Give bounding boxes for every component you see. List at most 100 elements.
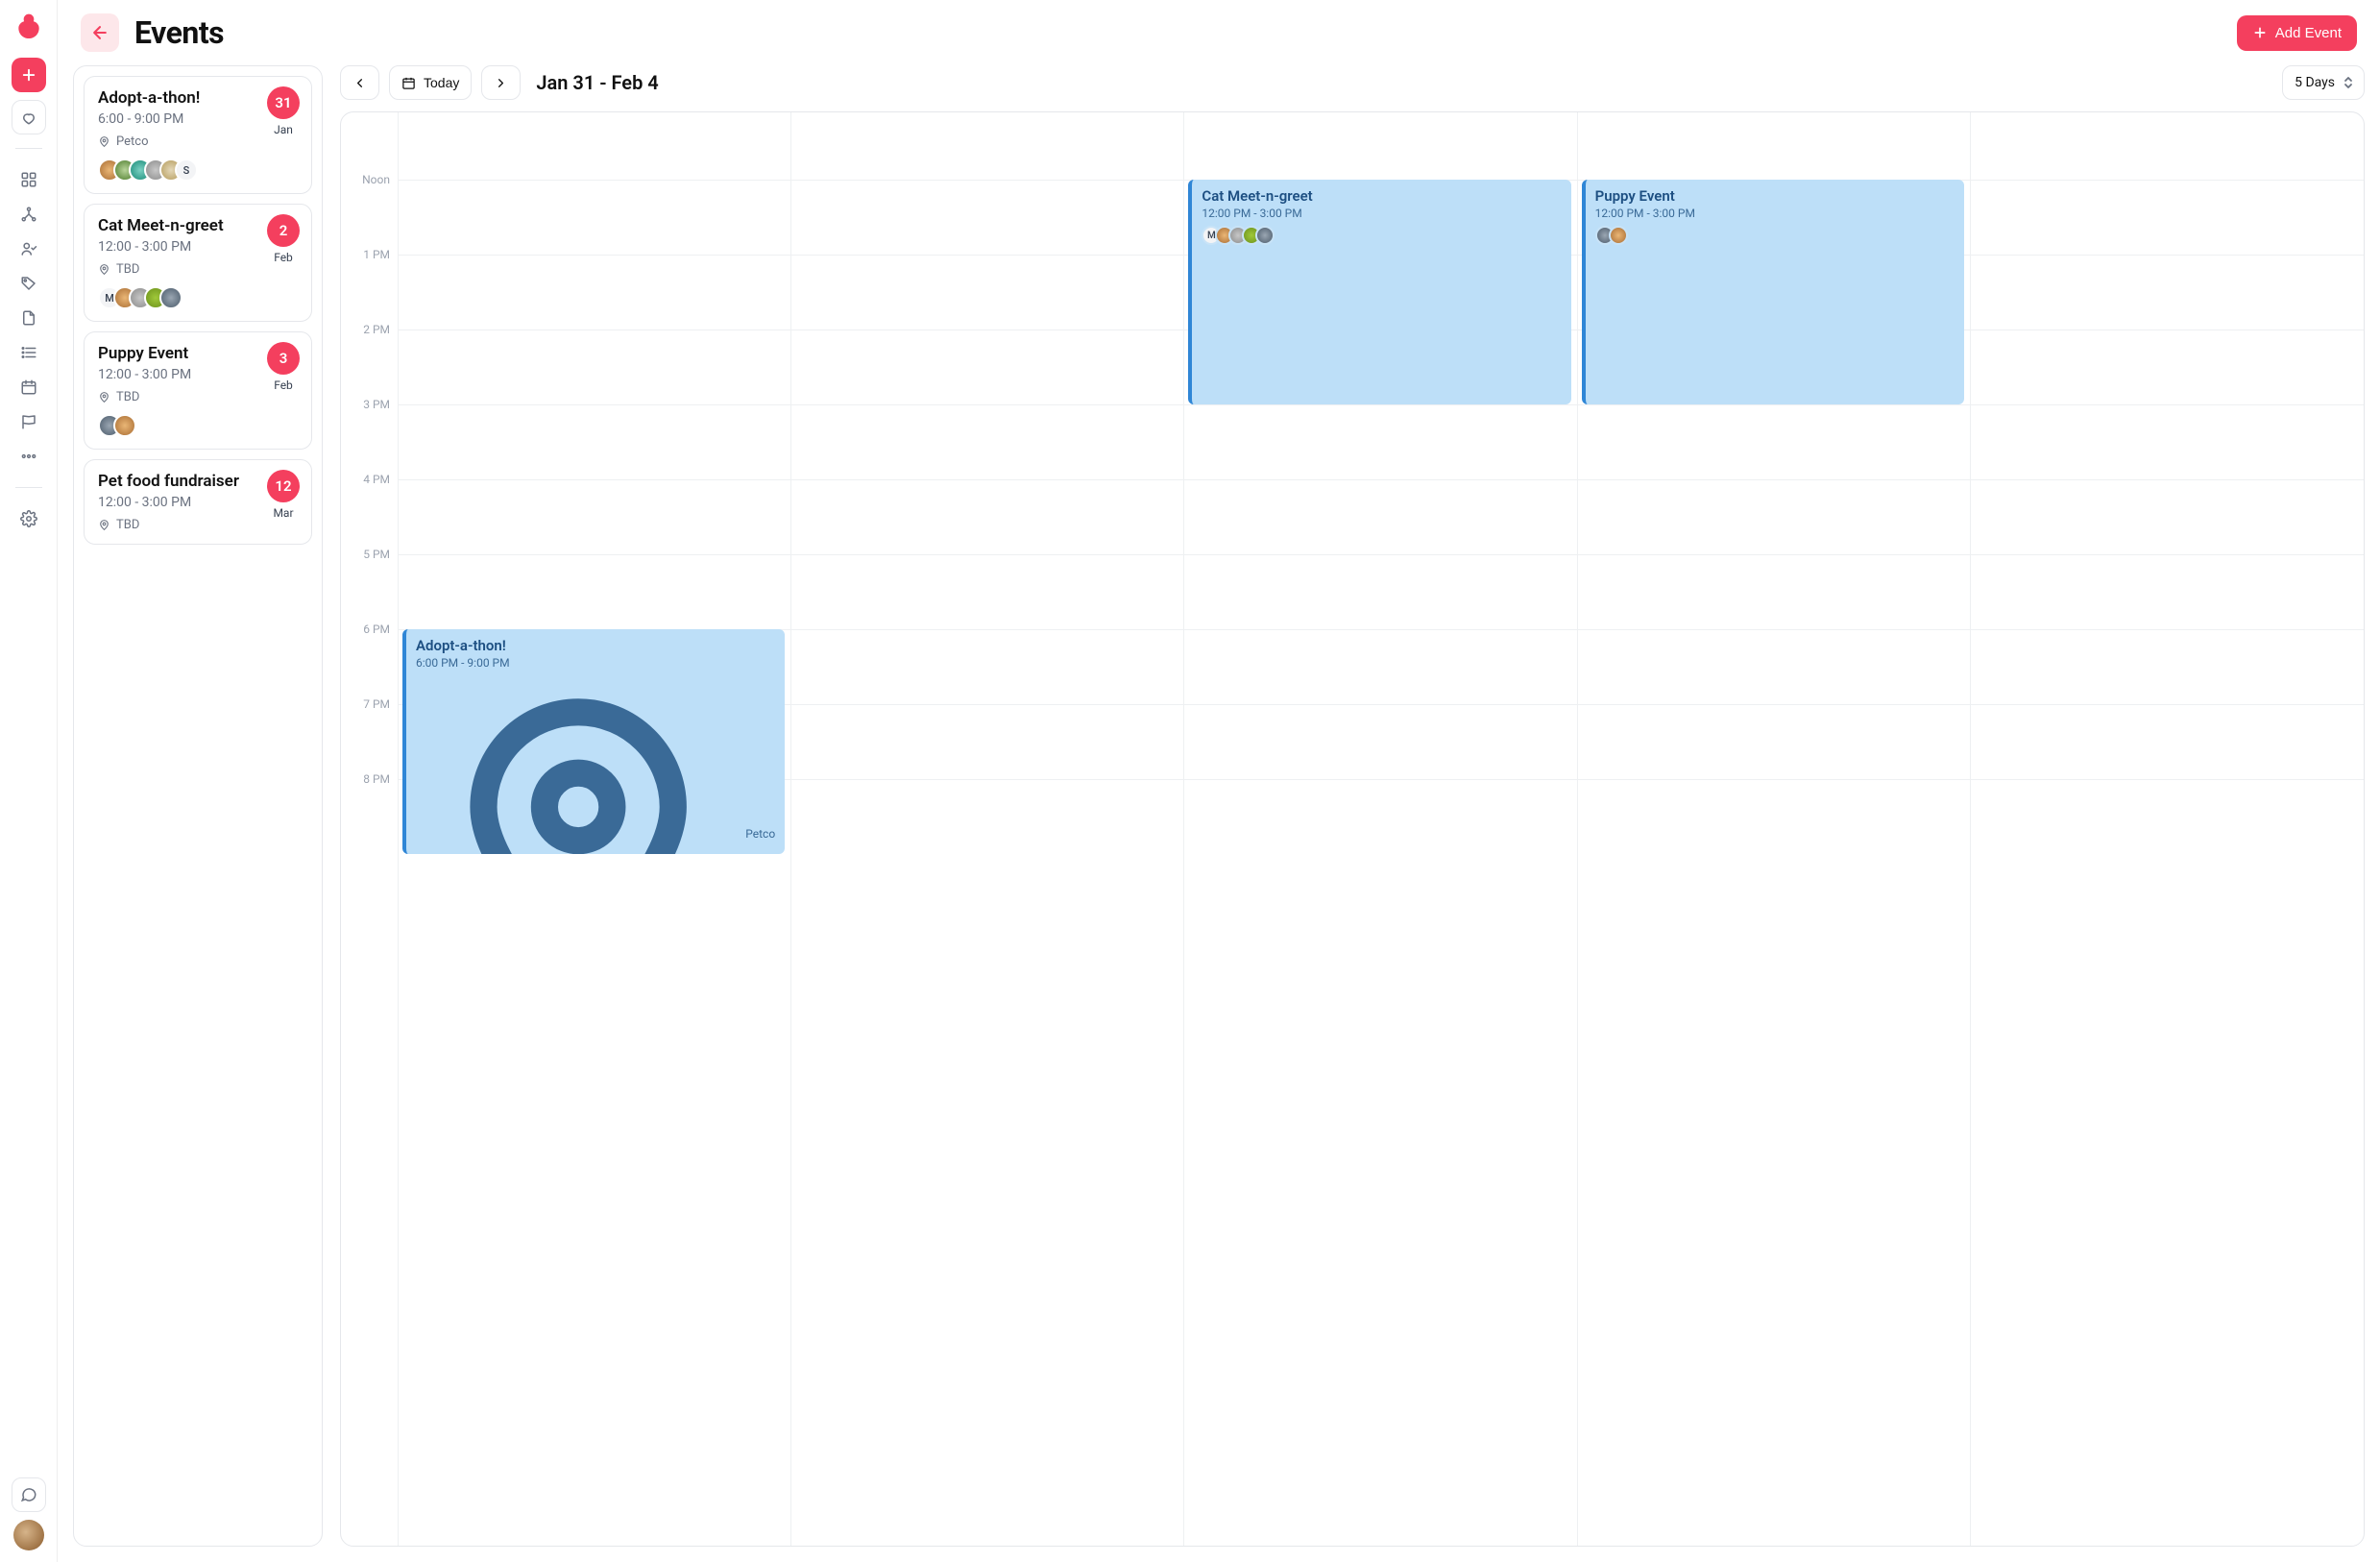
attendee-avatar: [113, 414, 136, 437]
event-card[interactable]: Puppy Event12:00 - 3:00 PMTBD3Feb: [84, 331, 312, 450]
nav-people[interactable]: [12, 232, 46, 266]
location-pin-icon: [98, 391, 110, 403]
back-button[interactable]: [81, 13, 119, 52]
day-column[interactable]: [1971, 112, 2364, 1546]
view-select-label: 5 Days: [2295, 75, 2335, 90]
nav-divider-2: [15, 487, 42, 488]
add-event-label: Add Event: [2275, 25, 2342, 41]
nav-chat-button[interactable]: [12, 1477, 46, 1512]
day-column[interactable]: [791, 112, 1184, 1546]
nav-divider: [15, 148, 42, 149]
page-title: Events: [134, 14, 224, 51]
nav-dashboard[interactable]: [12, 162, 46, 197]
add-event-button[interactable]: Add Event: [2237, 15, 2357, 51]
nav-files[interactable]: [12, 301, 46, 335]
location-pin-icon: [98, 519, 110, 531]
nav-more[interactable]: [12, 439, 46, 474]
time-axis: Noon1 PM2 PM3 PM4 PM5 PM6 PM7 PM8 PM: [341, 112, 399, 1546]
file-icon: [20, 309, 37, 327]
plus-icon: [2252, 25, 2268, 40]
nav-network[interactable]: [12, 197, 46, 232]
event-card[interactable]: Adopt-a-thon!6:00 - 9:00 PMPetco31JanS: [84, 76, 312, 194]
calendar-days: Adopt-a-thon!6:00 PM - 9:00 PMPetcoSCat …: [399, 112, 2364, 1546]
attendee-avatar: [159, 286, 182, 309]
nav-lists[interactable]: [12, 335, 46, 370]
cal-event-title: Puppy Event: [1595, 187, 1955, 205]
cal-event-title: Adopt-a-thon!: [416, 637, 775, 654]
calendar-event[interactable]: Adopt-a-thon!6:00 PM - 9:00 PMPetcoS: [402, 629, 785, 854]
cal-event-time: 6:00 PM - 9:00 PM: [416, 656, 775, 670]
tag-icon: [20, 275, 37, 292]
calendar-grid[interactable]: Noon1 PM2 PM3 PM4 PM5 PM6 PM7 PM8 PM Ado…: [340, 111, 2365, 1547]
nav-user-avatar[interactable]: [13, 1520, 44, 1550]
attendee-avatar: [1609, 226, 1628, 245]
calendar-icon: [401, 76, 416, 90]
location-pin-icon: [416, 671, 741, 854]
nav-calendar[interactable]: [12, 370, 46, 404]
calendar-view-select[interactable]: 5 Days: [2282, 65, 2365, 100]
cal-event-time: 12:00 PM - 3:00 PM: [1595, 207, 1955, 220]
event-date-badge: 12 Mar: [267, 470, 300, 520]
calendar-section: Today Jan 31 - Feb 4 5 Days Noon1 PM2 PM…: [340, 65, 2365, 1547]
today-label: Today: [424, 75, 459, 90]
calendar-today-button[interactable]: Today: [389, 65, 472, 100]
cal-event-title: Cat Meet-n-greet: [1202, 187, 1561, 205]
event-date-month: Mar: [267, 506, 300, 520]
hour-label: 8 PM: [363, 772, 390, 786]
list-icon: [20, 344, 37, 361]
event-card-location: Petco: [116, 134, 148, 149]
event-date-day: 12: [267, 470, 300, 502]
event-date-month: Feb: [267, 251, 300, 264]
hour-label: 6 PM: [363, 622, 390, 636]
event-card[interactable]: Pet food fundraiser12:00 - 3:00 PMTBD12M…: [84, 459, 312, 545]
chevron-left-icon: [352, 76, 367, 90]
arrow-left-icon: [90, 23, 109, 42]
event-card[interactable]: Cat Meet-n-greet12:00 - 3:00 PMTBD2FebM: [84, 204, 312, 322]
nav-add-button[interactable]: [12, 58, 46, 92]
calendar-prev-button[interactable]: [340, 65, 379, 100]
day-column[interactable]: Cat Meet-n-greet12:00 PM - 3:00 PMM: [1184, 112, 1577, 1546]
more-icon: [20, 448, 37, 465]
attendee-avatar: S: [175, 159, 198, 182]
event-date-badge: 3Feb: [267, 342, 300, 392]
day-column[interactable]: Puppy Event 12:00 PM - 3:00 PM: [1578, 112, 1971, 1546]
nav-tags[interactable]: [12, 266, 46, 301]
calendar-next-button[interactable]: [481, 65, 521, 100]
event-card-location: TBD: [116, 518, 139, 532]
nav-rail: [0, 0, 58, 1562]
calendar-toolbar: Today Jan 31 - Feb 4 5 Days: [340, 65, 2365, 100]
event-card-location: TBD: [116, 390, 139, 404]
flag-icon: [20, 413, 37, 430]
location-pin-icon: [98, 263, 110, 276]
hour-label: 5 PM: [363, 548, 390, 561]
event-date-day: 2: [267, 214, 300, 247]
event-date-badge: 31 Jan: [267, 86, 300, 136]
hour-label: 7 PM: [363, 697, 390, 711]
nav-settings-button[interactable]: [12, 501, 46, 536]
hour-label: 1 PM: [363, 248, 390, 261]
hour-label: 4 PM: [363, 473, 390, 486]
hour-label: Noon: [362, 173, 390, 186]
event-date-day: 31: [267, 86, 300, 119]
location-pin-icon: [98, 135, 110, 148]
nav-heart-button[interactable]: [12, 100, 46, 134]
hour-label: 3 PM: [363, 398, 390, 411]
day-column[interactable]: Adopt-a-thon!6:00 PM - 9:00 PMPetcoS: [399, 112, 791, 1546]
cal-event-time: 12:00 PM - 3:00 PM: [1202, 207, 1561, 220]
cal-event-location: Petco: [416, 671, 775, 854]
calendar-event[interactable]: Cat Meet-n-greet12:00 PM - 3:00 PMM: [1188, 180, 1570, 404]
hierarchy-icon: [20, 206, 37, 223]
calendar-range-label: Jan 31 - Feb 4: [536, 71, 658, 94]
user-check-icon: [20, 240, 37, 257]
chevron-right-icon: [494, 76, 508, 90]
page-header: Events Add Event: [58, 0, 2380, 65]
attendee-avatar: [1255, 226, 1275, 245]
event-card-location: TBD: [116, 262, 139, 277]
events-list-panel: Adopt-a-thon!6:00 - 9:00 PMPetco31JanSCa…: [73, 65, 323, 1547]
calendar-icon: [20, 378, 37, 396]
nav-reports[interactable]: [12, 404, 46, 439]
event-date-day: 3: [267, 342, 300, 375]
event-date-badge: 2 Feb: [267, 214, 300, 264]
event-date-month: Jan: [267, 123, 300, 136]
calendar-event[interactable]: Puppy Event 12:00 PM - 3:00 PM: [1582, 180, 1964, 404]
